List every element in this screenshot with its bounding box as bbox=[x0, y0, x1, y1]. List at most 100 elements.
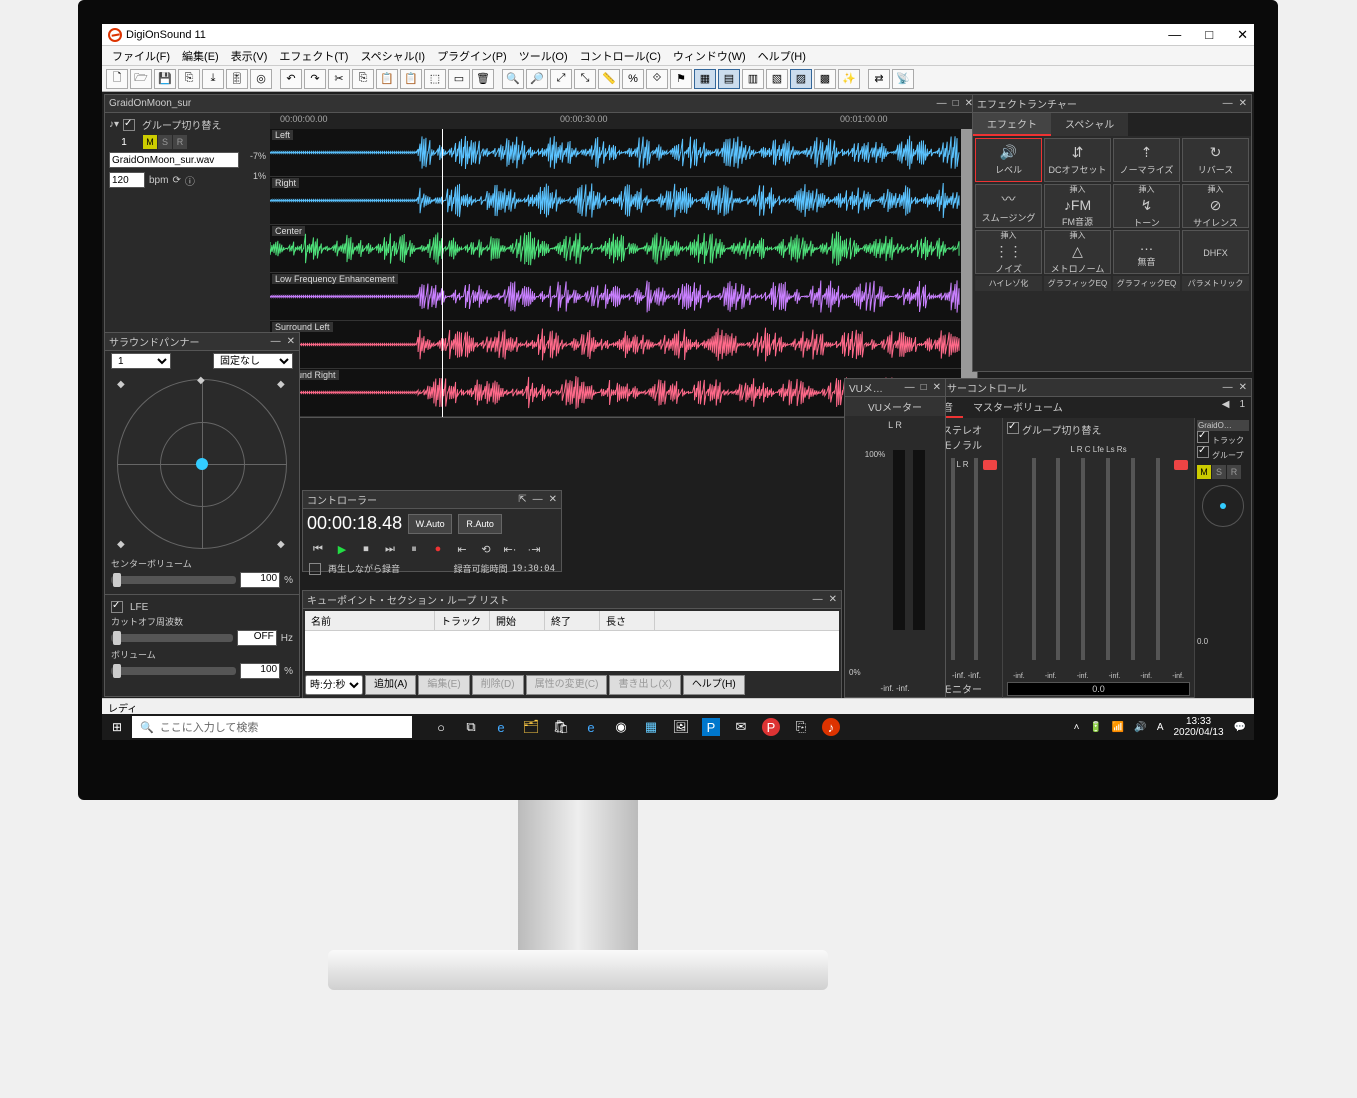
timeline-ruler[interactable]: 00:00:00.00 00:00:30.00 00:01:00.00 bbox=[270, 113, 977, 129]
fwd-icon[interactable]: ⏭ bbox=[381, 540, 399, 558]
ie-icon[interactable]: e bbox=[582, 718, 600, 736]
range-end-icon[interactable]: ·⇥ bbox=[525, 540, 543, 558]
panner-vol-value[interactable]: 100 bbox=[240, 663, 280, 679]
fx-close-icon[interactable]: ✕ bbox=[1239, 98, 1247, 109]
mix-close-icon[interactable]: ✕ bbox=[1239, 382, 1247, 393]
vu-max-icon[interactable]: □ bbox=[921, 382, 927, 393]
vu-close-icon[interactable]: ✕ bbox=[933, 382, 941, 393]
track-checkbox[interactable] bbox=[1197, 431, 1209, 443]
vu-tab[interactable]: VUメーター bbox=[845, 397, 945, 416]
panner-vol-slider[interactable] bbox=[111, 667, 236, 675]
cue-delete-button[interactable]: 削除(D) bbox=[472, 675, 524, 695]
mixer-group-checkbox[interactable] bbox=[1007, 422, 1019, 434]
tb-cd-icon[interactable]: ◎ bbox=[250, 69, 272, 89]
mixer-mute[interactable]: M bbox=[1197, 465, 1211, 479]
tb-panel6-icon[interactable]: ▩ bbox=[814, 69, 836, 89]
fx-cell-1[interactable]: ⇵DCオフセット bbox=[1044, 138, 1111, 182]
powerpoint-icon[interactable]: P bbox=[762, 718, 780, 736]
lfe-checkbox[interactable] bbox=[111, 601, 123, 613]
master-fader[interactable] bbox=[1174, 460, 1188, 470]
fx-hires[interactable]: ハイレゾ化 bbox=[975, 276, 1042, 291]
ctrl-close-icon[interactable]: ✕ bbox=[549, 494, 557, 505]
tb-delete-icon[interactable]: 🗑 bbox=[472, 69, 494, 89]
cue-timefmt-select[interactable]: 時:分:秒 bbox=[305, 675, 363, 695]
fx-geq2[interactable]: グラフィックEQ bbox=[1113, 276, 1180, 291]
tb-redo-icon[interactable]: ↷ bbox=[304, 69, 326, 89]
fx-cell-8[interactable]: 挿入⋮⋮ノイズ bbox=[975, 230, 1042, 274]
panner-display[interactable]: ◆◆ ◆ ◆◆ bbox=[117, 379, 287, 549]
ctrl-min-icon[interactable]: — bbox=[533, 494, 543, 505]
fx-min-icon[interactable]: — bbox=[1223, 98, 1233, 109]
fx-geq1[interactable]: グラフィックEQ bbox=[1044, 276, 1111, 291]
tb-zoomfit-icon[interactable]: ⤢ bbox=[550, 69, 572, 89]
pause-icon[interactable]: ⏸ bbox=[405, 540, 423, 558]
menu-control[interactable]: コントロール(C) bbox=[574, 48, 667, 64]
track-1[interactable]: Right bbox=[270, 177, 961, 225]
taskbar-clock[interactable]: 13:33 2020/04/13 bbox=[1173, 716, 1223, 738]
solo-button[interactable]: S bbox=[158, 135, 172, 149]
ctrl-pop-icon[interactable]: ⇱ bbox=[518, 494, 526, 505]
window-close-button[interactable]: ✕ bbox=[1237, 27, 1248, 43]
notification-icon[interactable]: 💬 bbox=[1234, 722, 1246, 733]
mixer-rec[interactable]: R bbox=[1227, 465, 1241, 479]
taskbar-search[interactable]: 🔍 ここに入力して検索 bbox=[132, 716, 412, 738]
tb-link-icon[interactable]: ⇄ bbox=[868, 69, 890, 89]
rec-fader[interactable] bbox=[983, 460, 997, 470]
cue-add-button[interactable]: 追加(A) bbox=[365, 675, 416, 695]
wifi-icon[interactable]: 📶 bbox=[1112, 722, 1124, 733]
panner-close-icon[interactable]: ✕ bbox=[287, 336, 295, 347]
tb-panel1-icon[interactable]: ▦ bbox=[694, 69, 716, 89]
window-minimize-button[interactable]: — bbox=[1168, 27, 1181, 43]
mixer-solo[interactable]: S bbox=[1212, 465, 1226, 479]
tb-zoomsel-icon[interactable]: ⤡ bbox=[574, 69, 596, 89]
panner-dot[interactable] bbox=[196, 458, 208, 470]
filename-input[interactable] bbox=[109, 152, 239, 168]
tray-up-icon[interactable]: ˄ bbox=[1074, 722, 1080, 733]
mini-panner[interactable] bbox=[1220, 503, 1226, 509]
taskview-icon[interactable]: ⧉ bbox=[462, 718, 480, 736]
cue-close-icon[interactable]: ✕ bbox=[829, 594, 837, 605]
cue-col-length[interactable]: 長さ bbox=[600, 611, 655, 630]
track-0[interactable]: Left bbox=[270, 129, 961, 177]
fx-cell-4[interactable]: 〰スムージング bbox=[975, 184, 1042, 228]
tb-marker-icon[interactable]: ⚑ bbox=[670, 69, 692, 89]
volume-icon[interactable]: 🔊 bbox=[1134, 722, 1146, 733]
start-button[interactable]: ⊞ bbox=[102, 720, 132, 734]
tb-open-icon[interactable]: 🗁 bbox=[130, 69, 152, 89]
tb-zoomout-icon[interactable]: 🔎 bbox=[526, 69, 548, 89]
doc-min-icon[interactable]: — bbox=[937, 98, 947, 109]
mixer-master-value[interactable]: 0.0 bbox=[1007, 682, 1190, 696]
tb-save-icon[interactable]: 💾 bbox=[154, 69, 176, 89]
bpm-input[interactable] bbox=[109, 172, 145, 188]
track-3[interactable]: Low Frequency Enhancement bbox=[270, 273, 961, 321]
stop-icon[interactable]: ⏹ bbox=[357, 540, 375, 558]
battery-icon[interactable]: 🔋 bbox=[1089, 722, 1101, 733]
tb-ruler-icon[interactable]: 📏 bbox=[598, 69, 620, 89]
app4-icon[interactable]: ⎘ bbox=[792, 718, 810, 736]
tb-paste-icon[interactable]: 📋 bbox=[376, 69, 398, 89]
cortana-icon[interactable]: ○ bbox=[432, 718, 450, 736]
fx-cell-11[interactable]: DHFX bbox=[1182, 230, 1249, 274]
menu-tool[interactable]: ツール(O) bbox=[513, 48, 574, 64]
tb-antenna-icon[interactable]: 📡 bbox=[892, 69, 914, 89]
fx-cell-10[interactable]: …無音 bbox=[1113, 230, 1180, 274]
ime-icon[interactable]: A bbox=[1157, 722, 1164, 733]
app2-icon[interactable]: 🖼 bbox=[672, 718, 690, 736]
tb-undo-icon[interactable]: ↶ bbox=[280, 69, 302, 89]
cutoff-slider[interactable] bbox=[111, 634, 233, 642]
cue-table[interactable]: 名前 トラック 開始 終了 長さ bbox=[305, 611, 839, 671]
menu-help[interactable]: ヘルプ(H) bbox=[752, 48, 812, 64]
fx-cell-0[interactable]: 🔊レベル bbox=[975, 138, 1042, 182]
refresh-icon[interactable]: ⟳ bbox=[172, 175, 180, 186]
menu-edit[interactable]: 編集(E) bbox=[176, 48, 225, 64]
menu-special[interactable]: スペシャル(I) bbox=[354, 48, 431, 64]
fx-parametric[interactable]: パラメトリック bbox=[1182, 276, 1249, 291]
tb-new-icon[interactable]: 🗋 bbox=[106, 69, 128, 89]
goto-start-icon[interactable]: ⇤ bbox=[453, 540, 471, 558]
app3-icon[interactable]: P bbox=[702, 718, 720, 736]
mute-button[interactable]: M bbox=[143, 135, 157, 149]
panner-channel-select[interactable]: 1 bbox=[111, 353, 171, 369]
menu-view[interactable]: 表示(V) bbox=[225, 48, 274, 64]
panner-min-icon[interactable]: — bbox=[271, 336, 281, 347]
fx-cell-5[interactable]: 挿入♪FMFM音源 bbox=[1044, 184, 1111, 228]
